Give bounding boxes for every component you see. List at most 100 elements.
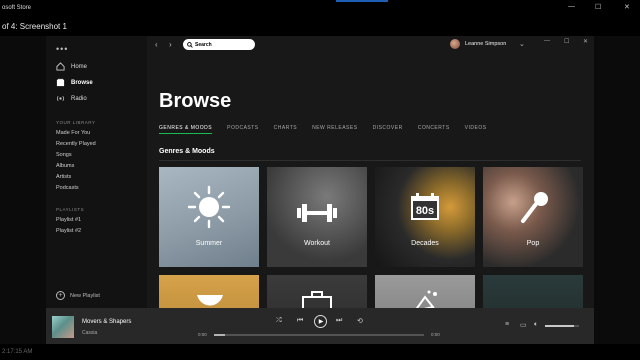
svg-text:80s: 80s bbox=[416, 205, 434, 217]
tile-label: Decades bbox=[411, 240, 439, 247]
forward-arrow-icon[interactable]: › bbox=[169, 40, 172, 49]
minimize-button[interactable]: — bbox=[544, 38, 550, 44]
volume-slider[interactable] bbox=[545, 325, 579, 327]
page-title: Browse bbox=[159, 90, 232, 112]
tab-charts[interactable]: CHARTS bbox=[274, 125, 297, 134]
microphone-icon bbox=[521, 192, 548, 223]
store-close-button[interactable]: ✕ bbox=[624, 3, 630, 11]
new-playlist-label: New Playlist bbox=[70, 292, 100, 299]
top-bar: ‹ › Search Leanne Simpson ⌄ — ☐ ✕ bbox=[147, 36, 594, 54]
genre-tile-decades[interactable]: 80s Decades bbox=[375, 167, 475, 267]
viewer-bottom-strip: 2:17:15 AM bbox=[0, 344, 640, 360]
party-icon bbox=[415, 290, 437, 308]
new-playlist-button[interactable]: + New Playlist bbox=[56, 291, 100, 300]
tab-genres-moods[interactable]: GENRES & MOODS bbox=[159, 125, 213, 134]
progress-bar[interactable] bbox=[214, 334, 424, 336]
now-playing-bar: Movers & Shapers Cassia ⤮ ⏮ ▶ ⏭ ⟲ 0:00 0… bbox=[46, 308, 594, 344]
screenshot-viewer-bar: of 4: Screenshot 1 bbox=[0, 16, 640, 36]
track-title[interactable]: Movers & Shapers bbox=[82, 319, 131, 325]
home-icon bbox=[56, 62, 65, 71]
tile-label: Summer bbox=[195, 240, 223, 247]
next-icon[interactable]: ⏭ bbox=[336, 317, 342, 325]
sidebar-item-browse[interactable]: Browse bbox=[56, 78, 93, 87]
chevron-down-icon[interactable]: ⌄ bbox=[519, 40, 525, 48]
suitcase-icon bbox=[302, 291, 332, 308]
genre-tile-pop[interactable]: Pop bbox=[483, 167, 583, 267]
store-title-bar: osoft Store — ☐ ✕ bbox=[0, 0, 640, 16]
sidebar-item-podcasts[interactable]: Podcasts bbox=[56, 185, 79, 191]
genre-tile-row2-4[interactable] bbox=[483, 275, 583, 308]
screenshot-viewer-title: of 4: Screenshot 1 bbox=[2, 21, 67, 31]
spotify-window: ••• Home Browse Radio YOUR LIBRARY Made … bbox=[46, 36, 594, 344]
main-content: ‹ › Search Leanne Simpson ⌄ — ☐ ✕ Browse… bbox=[147, 36, 594, 308]
genre-tile-row2-1[interactable] bbox=[159, 275, 259, 308]
search-input[interactable]: Search bbox=[183, 39, 255, 50]
calendar-80s-icon: 80s bbox=[411, 193, 439, 220]
playlists-heading: PLAYLISTS bbox=[56, 207, 85, 212]
tab-new-releases[interactable]: NEW RELEASES bbox=[312, 125, 357, 134]
back-arrow-icon[interactable]: ‹ bbox=[155, 40, 158, 49]
sidebar-item-label: Home bbox=[71, 63, 88, 70]
repeat-icon[interactable]: ⟲ bbox=[357, 317, 363, 325]
genre-tile-row2-2[interactable] bbox=[267, 275, 367, 308]
volume-fill bbox=[545, 325, 574, 327]
maximize-button[interactable]: ☐ bbox=[564, 38, 569, 45]
tile-label: Pop bbox=[526, 240, 540, 247]
section-divider bbox=[159, 160, 581, 161]
user-name: Leanne Simpson bbox=[465, 41, 507, 47]
tab-discover[interactable]: DISCOVER bbox=[373, 125, 403, 134]
sidebar-item-playlist-2[interactable]: Playlist #2 bbox=[56, 228, 81, 234]
sidebar: ••• Home Browse Radio YOUR LIBRARY Made … bbox=[46, 36, 147, 308]
viewer-margin-right bbox=[594, 36, 640, 344]
sidebar-item-made-for-you[interactable]: Made For You bbox=[56, 130, 90, 136]
section-heading: Genres & Moods bbox=[159, 148, 215, 155]
search-icon bbox=[187, 41, 193, 48]
screen: osoft Store — ☐ ✕ of 4: Screenshot 1 •••… bbox=[0, 0, 640, 360]
progress-fill bbox=[214, 334, 225, 336]
sidebar-item-songs[interactable]: Songs bbox=[56, 152, 72, 158]
close-button[interactable]: ✕ bbox=[583, 38, 588, 45]
ellipsis-icon[interactable]: ••• bbox=[56, 44, 68, 54]
play-button[interactable]: ▶ bbox=[314, 315, 327, 328]
track-artist[interactable]: Cassia bbox=[82, 330, 97, 336]
viewer-margin-left bbox=[0, 36, 46, 344]
radio-icon bbox=[56, 94, 65, 103]
browse-tabs: GENRES & MOODS PODCASTS CHARTS NEW RELEA… bbox=[159, 125, 502, 134]
elapsed-time: 0:00 bbox=[198, 332, 207, 337]
genre-tile-row2-3[interactable] bbox=[375, 275, 475, 308]
genre-tile-summer[interactable]: Summer bbox=[159, 167, 259, 267]
store-minimize-button[interactable]: — bbox=[568, 3, 575, 10]
sidebar-item-radio[interactable]: Radio bbox=[56, 94, 87, 103]
sidebar-item-recently-played[interactable]: Recently Played bbox=[56, 141, 96, 147]
album-cover[interactable] bbox=[52, 316, 74, 338]
genre-tile-workout[interactable]: Workout bbox=[267, 167, 367, 267]
sidebar-item-label: Radio bbox=[71, 95, 87, 102]
previous-icon[interactable]: ⏮ bbox=[297, 317, 303, 325]
queue-icon[interactable]: ≡ bbox=[505, 321, 509, 328]
browse-icon bbox=[56, 78, 65, 87]
shuffle-icon[interactable]: ⤮ bbox=[276, 317, 282, 325]
duration-time: 0:00 bbox=[431, 332, 440, 337]
tab-podcasts[interactable]: PODCASTS bbox=[227, 125, 259, 134]
chill-icon bbox=[197, 295, 223, 306]
sidebar-item-playlist-1[interactable]: Playlist #1 bbox=[56, 217, 81, 223]
store-window-title: osoft Store bbox=[2, 5, 32, 11]
tab-videos[interactable]: VIDEOS bbox=[465, 125, 487, 134]
volume-icon[interactable]: 🔈︎ bbox=[534, 321, 538, 329]
search-placeholder: Search bbox=[195, 41, 212, 48]
store-maximize-button[interactable]: ☐ bbox=[595, 3, 601, 11]
tab-concerts[interactable]: CONCERTS bbox=[418, 125, 450, 134]
bottom-strip-text: 2:17:15 AM bbox=[2, 349, 33, 355]
sidebar-item-label: Browse bbox=[71, 79, 93, 86]
avatar bbox=[450, 39, 460, 49]
dumbbell-icon bbox=[297, 204, 337, 222]
sidebar-item-artists[interactable]: Artists bbox=[56, 174, 71, 180]
sidebar-item-home[interactable]: Home bbox=[56, 62, 87, 71]
sidebar-item-albums[interactable]: Albums bbox=[56, 163, 74, 169]
plus-icon: + bbox=[56, 291, 65, 300]
sun-icon bbox=[187, 185, 231, 229]
play-icon: ▶ bbox=[318, 319, 324, 325]
devices-icon[interactable]: ▭ bbox=[520, 321, 527, 329]
user-menu[interactable]: Leanne Simpson bbox=[450, 39, 506, 49]
library-heading: YOUR LIBRARY bbox=[56, 120, 96, 125]
